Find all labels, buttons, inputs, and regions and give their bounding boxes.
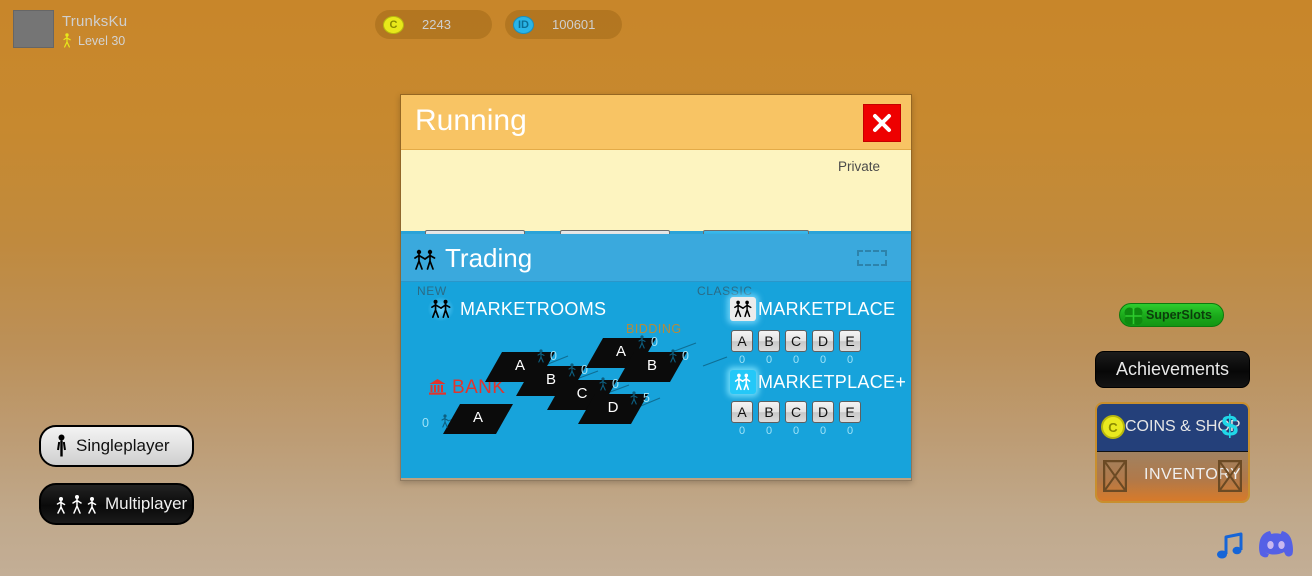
crate-icon bbox=[1103, 460, 1127, 492]
marketplace-plus-key-b[interactable]: B bbox=[758, 401, 780, 423]
gems-value: 100601 bbox=[552, 17, 596, 32]
user-level-row: Level 30 bbox=[62, 33, 125, 49]
close-icon bbox=[873, 114, 891, 132]
top-bar: TrunksKu Level 30 C 2243 ID 100601 bbox=[0, 0, 1312, 52]
dollar-icon: $ bbox=[1221, 410, 1238, 443]
user-level-label: Level 30 bbox=[78, 34, 126, 48]
marketplace-key-c[interactable]: C bbox=[785, 330, 807, 352]
coin-icon: C bbox=[383, 15, 404, 34]
trading-title: Trading bbox=[445, 243, 533, 273]
resize-handle[interactable] bbox=[857, 250, 887, 266]
dialog-header: Running bbox=[401, 95, 911, 150]
marketplace-plus-key-e[interactable]: E bbox=[839, 401, 861, 423]
marketplace-plus-key-count-a: 0 bbox=[738, 425, 746, 437]
superslots-button[interactable]: SuperSlots bbox=[1119, 303, 1224, 327]
runner-icon bbox=[63, 33, 71, 48]
marketplace-plus-key-count-e: 0 bbox=[846, 425, 854, 437]
avatar[interactable] bbox=[13, 10, 54, 48]
multiplayer-button[interactable]: Multiplayer bbox=[39, 483, 194, 525]
page-title: Running bbox=[415, 104, 527, 137]
shop-inventory-stack: C COINS & SHOP $ INVENTORY bbox=[1095, 402, 1250, 503]
coins-value: 2243 bbox=[422, 17, 451, 32]
music-note-icon[interactable] bbox=[1214, 530, 1246, 562]
marketplace-key-e[interactable]: E bbox=[839, 330, 861, 352]
trading-panel bbox=[401, 282, 911, 478]
marketplace-key-count-c: 0 bbox=[792, 354, 800, 366]
marketplace-plus-key-d[interactable]: D bbox=[812, 401, 834, 423]
gem-icon: ID bbox=[513, 15, 534, 34]
marketplace-key-b[interactable]: B bbox=[758, 330, 780, 352]
crate-icon bbox=[1218, 460, 1242, 492]
coins-shop-button[interactable]: C COINS & SHOP $ bbox=[1097, 404, 1248, 452]
marketplace-key-count-a: 0 bbox=[738, 354, 746, 366]
marketplace-plus-key-c[interactable]: C bbox=[785, 401, 807, 423]
gems-pill[interactable]: ID 100601 bbox=[505, 10, 622, 39]
singleplayer-label: Singleplayer bbox=[76, 436, 170, 455]
private-label: Private bbox=[838, 159, 881, 174]
username-label: TrunksKu bbox=[62, 13, 128, 30]
marketplace-key-d[interactable]: D bbox=[812, 330, 834, 352]
coins-pill[interactable]: C 2243 bbox=[375, 10, 492, 39]
running-rooms-panel: Stick Runnerz 0 Just for fun 0 Stick Bro… bbox=[401, 150, 911, 274]
clover-icon bbox=[1124, 307, 1143, 325]
multiplayer-label: Multiplayer bbox=[105, 494, 188, 513]
trading-header: Trading bbox=[401, 234, 911, 282]
close-button[interactable] bbox=[863, 104, 901, 142]
marketplace-key-count-b: 0 bbox=[765, 354, 773, 366]
single-runner-icon bbox=[55, 434, 68, 458]
two-people-icon bbox=[414, 249, 436, 270]
achievements-button[interactable]: Achievements bbox=[1095, 351, 1250, 388]
marketplace-key-count-e: 0 bbox=[846, 354, 854, 366]
singleplayer-button[interactable]: Singleplayer bbox=[39, 425, 194, 467]
marketplace-key-a[interactable]: A bbox=[731, 330, 753, 352]
marketplace-key-count-d: 0 bbox=[819, 354, 827, 366]
discord-icon[interactable] bbox=[1258, 529, 1294, 559]
running-dialog: Running Stick Runnerz 0 Just for fun 0 S… bbox=[400, 94, 912, 481]
achievements-label: Achievements bbox=[1115, 359, 1230, 379]
superslots-label: SuperSlots bbox=[1146, 308, 1212, 322]
marketplace-plus-key-a[interactable]: A bbox=[731, 401, 753, 423]
marketplace-plus-key-count-d: 0 bbox=[819, 425, 827, 437]
marketplace-plus-key-count-c: 0 bbox=[792, 425, 800, 437]
inventory-button[interactable]: INVENTORY bbox=[1097, 452, 1248, 501]
multi-runners-icon bbox=[55, 492, 99, 516]
marketplace-plus-key-count-b: 0 bbox=[765, 425, 773, 437]
coin-icon: C bbox=[1101, 415, 1125, 439]
